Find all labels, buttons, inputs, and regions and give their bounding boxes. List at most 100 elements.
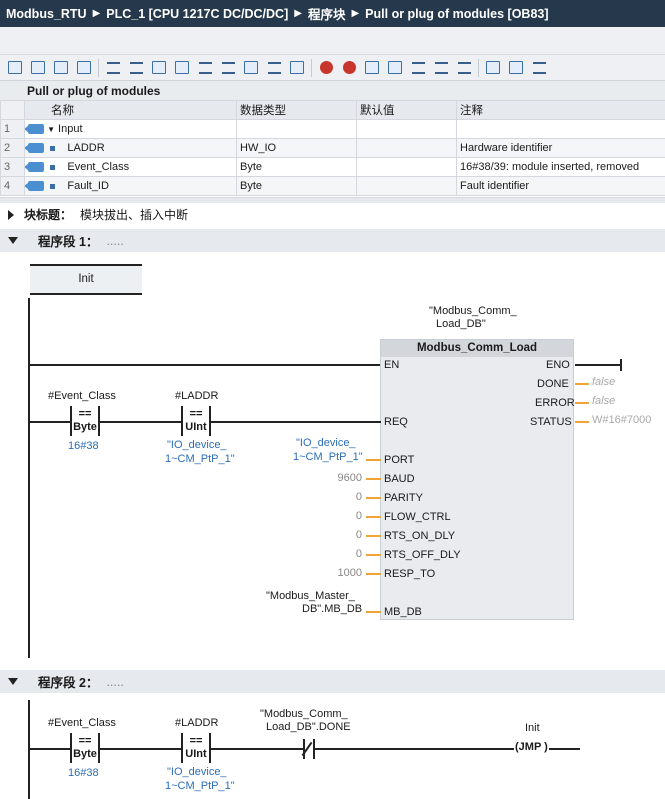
expand-right-icon[interactable] [8,209,14,220]
expand-triangle-icon[interactable]: ▼ [47,125,55,134]
stop-monitor-button[interactable] [340,59,358,77]
more-button[interactable] [530,59,548,77]
table-row[interactable]: 4 Fault_ID Byte Fault identifier [0,176,665,196]
param-comment[interactable] [456,119,665,139]
collapse-triangle-icon[interactable] [8,237,18,244]
param-comment[interactable]: Fault identifier [456,176,665,196]
param-type[interactable] [236,119,357,139]
network-1-header[interactable]: 程序段 1： ..... [0,229,665,252]
breadcrumb-plc[interactable]: PLC_1 [CPU 1217C DC/DC/DC] [106,7,288,21]
param-default[interactable] [356,176,457,196]
n2-contact1-operand[interactable]: #Event_Class [48,717,116,729]
contact1-operand[interactable]: #Event_Class [48,390,116,402]
mb-db-value-line1[interactable]: "Modbus_Master_ [266,590,355,602]
table-row[interactable]: 2 LADDR HW_IO Hardware identifier [0,138,665,158]
power-rail [28,298,30,658]
breadcrumb-program-blocks[interactable]: 程序块 [308,4,346,23]
comments-button[interactable] [173,59,191,77]
mb-db-value-line2[interactable]: DB".MB_DB [302,603,362,615]
param-name-cell[interactable]: LADDR [24,138,237,158]
toolbar-separator [311,58,312,77]
n2-negated-contact[interactable] [301,739,315,759]
jmp-label[interactable]: Init [525,722,540,734]
param-comment[interactable]: Hardware identifier [456,138,665,158]
param-name-cell[interactable]: Event_Class [24,157,237,177]
insert-network-button[interactable] [6,59,24,77]
favorites-button[interactable] [150,59,168,77]
compare-equal-uint[interactable]: == UInt [181,406,211,436]
rts-off-value[interactable]: 0 [320,548,362,560]
param-type[interactable]: Byte [236,176,357,196]
param-comment[interactable]: 16#38/39: module inserted, removed [456,157,665,177]
network-2-comment[interactable]: ..... [106,675,123,689]
param-type[interactable]: Byte [236,157,357,177]
param-name-cell[interactable]: Fault_ID [24,176,237,196]
contact2-operand[interactable]: #LADDR [175,390,218,402]
contact2-value-line1[interactable]: "IO_device_ [167,439,227,451]
breadcrumb-project[interactable]: Modbus_RTU [6,7,87,21]
add-row-button[interactable] [75,59,93,77]
block-title-text[interactable]: 模块拔出、插入中断 [80,206,188,223]
cross-button[interactable] [455,59,473,77]
n2-contact3-operand-line2[interactable]: Load_DB".DONE [266,721,351,733]
param-default[interactable] [356,157,457,177]
monitor-button[interactable] [317,59,335,77]
col-comment-header[interactable]: 注释 [456,100,665,120]
upload-button[interactable] [386,59,404,77]
table-row[interactable]: 3 Event_Class Byte 16#38/39: module inse… [0,157,665,177]
table-row[interactable]: 1 ▼ Input [0,119,665,139]
networks-button[interactable] [242,59,260,77]
insert-row-button[interactable] [52,59,70,77]
back-icon [486,61,500,74]
flow-value[interactable]: 0 [320,510,362,522]
contact1-value[interactable]: 16#38 [68,440,99,452]
parity-value[interactable]: 0 [320,491,362,503]
navigate-back-button[interactable] [484,59,502,77]
pin-resp-to: RESP_TO [384,568,436,580]
highlight-button[interactable] [288,59,306,77]
contact2-value-line2[interactable]: 1~CM_PtP_1" [165,453,235,465]
n2-contact3-operand-line1[interactable]: "Modbus_Comm_ [260,708,348,720]
n2-contact2-value-line1[interactable]: "IO_device_ [167,766,227,778]
add-row-icon [77,61,91,74]
jump-label-init[interactable]: Init [30,264,142,295]
n2-compare-equal-uint[interactable]: == UInt [181,733,211,763]
param-name-cell[interactable]: ▼ Input [24,119,237,139]
network-1-comment[interactable]: ..... [106,234,123,248]
baud-value[interactable]: 9600 [320,472,362,484]
instance-button[interactable] [104,59,122,77]
mb-db-wire [366,611,381,613]
n2-compare-equal-byte[interactable]: == Byte [70,733,100,763]
expand-button[interactable] [219,59,237,77]
port-value-line2[interactable]: 1~CM_PtP_1" [293,451,363,463]
delete-network-button[interactable] [29,59,47,77]
network-2-header[interactable]: 程序段 2： ..... [0,670,665,693]
resp-to-value[interactable]: 1000 [320,567,362,579]
branch-button[interactable] [432,59,450,77]
list-button[interactable] [265,59,283,77]
col-name-header[interactable]: 名称 [24,100,237,120]
param-default[interactable] [356,138,457,158]
n2-contact1-value[interactable]: 16#38 [68,767,99,779]
jmp-coil[interactable]: (JMP ) [514,741,549,753]
collapse-triangle-icon[interactable] [8,678,18,685]
fb-instance-line2[interactable]: Load_DB" [436,318,486,330]
port-value-line1[interactable]: "IO_device_ [296,437,356,449]
rts-on-value[interactable]: 0 [320,529,362,541]
navigate-forward-button[interactable] [507,59,525,77]
collapse-icon [198,61,212,74]
done-wire [575,383,589,385]
compare-equal-byte[interactable]: == Byte [70,406,100,436]
download-button[interactable] [363,59,381,77]
col-type-header[interactable]: 数据类型 [236,100,357,120]
collapse-button[interactable] [196,59,214,77]
n2-contact2-value-line2[interactable]: 1~CM_PtP_1" [165,780,235,792]
block-title-row[interactable]: 块标题： 模块拔出、插入中断 [0,203,665,226]
param-type[interactable]: HW_IO [236,138,357,158]
absolute-operands-button[interactable] [127,59,145,77]
wire-button[interactable] [409,59,427,77]
col-default-header[interactable]: 默认值 [356,100,457,120]
fb-instance-line1[interactable]: "Modbus_Comm_ [429,305,517,317]
n2-contact2-operand[interactable]: #LADDR [175,717,218,729]
param-default[interactable] [356,119,457,139]
